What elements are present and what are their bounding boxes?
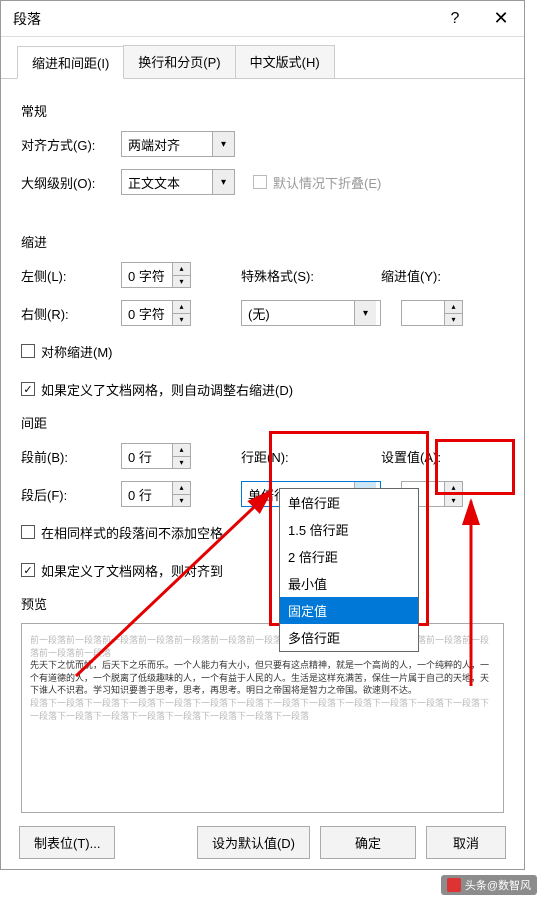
checkbox-icon[interactable]: [21, 344, 35, 358]
ok-button[interactable]: 确定: [320, 826, 416, 859]
spin-down-icon[interactable]: ▾: [445, 314, 462, 326]
titlebar: 段落 ? ✕: [1, 1, 524, 37]
indent-right-label: 右侧(R):: [21, 304, 121, 323]
option-at-least[interactable]: 最小值: [280, 570, 418, 597]
spin-up-icon[interactable]: ▴: [173, 482, 190, 495]
paragraph-dialog: 段落 ? ✕ 缩进和间距(I) 换行和分页(P) 中文版式(H) 常规 对齐方式…: [0, 0, 525, 870]
help-button[interactable]: ?: [432, 1, 478, 37]
indent-value-input[interactable]: [402, 301, 444, 325]
spin-up-icon[interactable]: ▴: [445, 301, 462, 314]
special-format-input[interactable]: [242, 301, 354, 325]
no-space-same-style-checkbox[interactable]: 在相同样式的段落间不添加空格: [21, 523, 223, 542]
spin-down-icon[interactable]: ▾: [173, 495, 190, 507]
close-button[interactable]: ✕: [478, 1, 524, 37]
tab-line-page-breaks[interactable]: 换行和分页(P): [123, 45, 235, 78]
general-heading: 常规: [21, 101, 504, 120]
collapse-checkbox: 默认情况下折叠(E): [253, 173, 381, 192]
chevron-down-icon[interactable]: ▾: [354, 301, 376, 325]
chevron-down-icon[interactable]: ▾: [212, 170, 234, 194]
preview-heading: 预览: [21, 594, 504, 613]
option-1-5[interactable]: 1.5 倍行距: [280, 516, 418, 543]
watermark: 头条@数智风: [441, 875, 537, 895]
watermark-logo-icon: [447, 878, 461, 892]
indent-right-input[interactable]: [122, 301, 172, 325]
cancel-button[interactable]: 取消: [426, 826, 506, 859]
spin-up-icon[interactable]: ▴: [173, 301, 190, 314]
before-label: 段前(B):: [21, 447, 121, 466]
grid-align-checkbox[interactable]: 如果定义了文档网格，则对齐到: [21, 561, 223, 580]
spacing-heading: 间距: [21, 413, 504, 432]
spin-down-icon[interactable]: ▾: [445, 495, 462, 507]
indent-left-label: 左侧(L):: [21, 266, 121, 285]
set-default-button[interactable]: 设为默认值(D): [197, 826, 310, 859]
indent-value-label: 缩进值(Y):: [381, 266, 441, 285]
outline-label: 大纲级别(O):: [21, 173, 121, 192]
checkbox-icon[interactable]: [21, 525, 35, 539]
special-format-combo[interactable]: ▾: [241, 300, 381, 326]
dialog-title: 段落: [13, 9, 432, 29]
after-input[interactable]: [122, 482, 172, 506]
spin-down-icon[interactable]: ▾: [173, 314, 190, 326]
line-spacing-dropdown[interactable]: 单倍行距 1.5 倍行距 2 倍行距 最小值 固定值 多倍行距: [279, 488, 419, 652]
align-input[interactable]: [122, 132, 212, 156]
option-single[interactable]: 单倍行距: [280, 489, 418, 516]
outline-input[interactable]: [122, 170, 212, 194]
spin-down-icon[interactable]: ▾: [173, 276, 190, 288]
after-label: 段后(F):: [21, 485, 121, 504]
tab-indent-spacing[interactable]: 缩进和间距(I): [17, 46, 124, 79]
dialog-footer: 制表位(T)... 设为默认值(D) 确定 取消: [1, 815, 524, 869]
option-double[interactable]: 2 倍行距: [280, 543, 418, 570]
tabs-button[interactable]: 制表位(T)...: [19, 826, 115, 859]
checkbox-icon: [253, 175, 267, 189]
tab-asian-typography[interactable]: 中文版式(H): [235, 45, 335, 78]
before-input[interactable]: [122, 444, 172, 468]
mirror-indent-checkbox[interactable]: 对称缩进(M): [21, 342, 113, 361]
indent-right-spinner[interactable]: ▴▾: [121, 300, 191, 326]
grid-indent-checkbox[interactable]: 如果定义了文档网格，则自动调整右缩进(D): [21, 380, 293, 399]
indent-left-spinner[interactable]: ▴▾: [121, 262, 191, 288]
indent-value-spinner[interactable]: ▴▾: [401, 300, 463, 326]
spin-up-icon[interactable]: ▴: [173, 263, 190, 276]
outline-combo[interactable]: ▾: [121, 169, 235, 195]
align-combo[interactable]: ▾: [121, 131, 235, 157]
before-spinner[interactable]: ▴▾: [121, 443, 191, 469]
checkbox-icon[interactable]: [21, 563, 35, 577]
checkbox-icon[interactable]: [21, 382, 35, 396]
indent-left-input[interactable]: [122, 263, 172, 287]
chevron-down-icon[interactable]: ▾: [212, 132, 234, 156]
preview-pane: 前一段落前一段落前一段落前一段落前一段落前一段落前一段落前一段落前一段落前一段落…: [21, 623, 504, 813]
option-exactly[interactable]: 固定值: [280, 597, 418, 624]
after-spinner[interactable]: ▴▾: [121, 481, 191, 507]
annotation-box-set-value: [435, 439, 515, 495]
spin-up-icon[interactable]: ▴: [173, 444, 190, 457]
spin-down-icon[interactable]: ▾: [173, 457, 190, 469]
indent-heading: 缩进: [21, 232, 504, 251]
option-multiple[interactable]: 多倍行距: [280, 624, 418, 651]
tab-strip: 缩进和间距(I) 换行和分页(P) 中文版式(H): [1, 37, 524, 79]
align-label: 对齐方式(G):: [21, 135, 121, 154]
special-format-label: 特殊格式(S):: [241, 266, 331, 285]
